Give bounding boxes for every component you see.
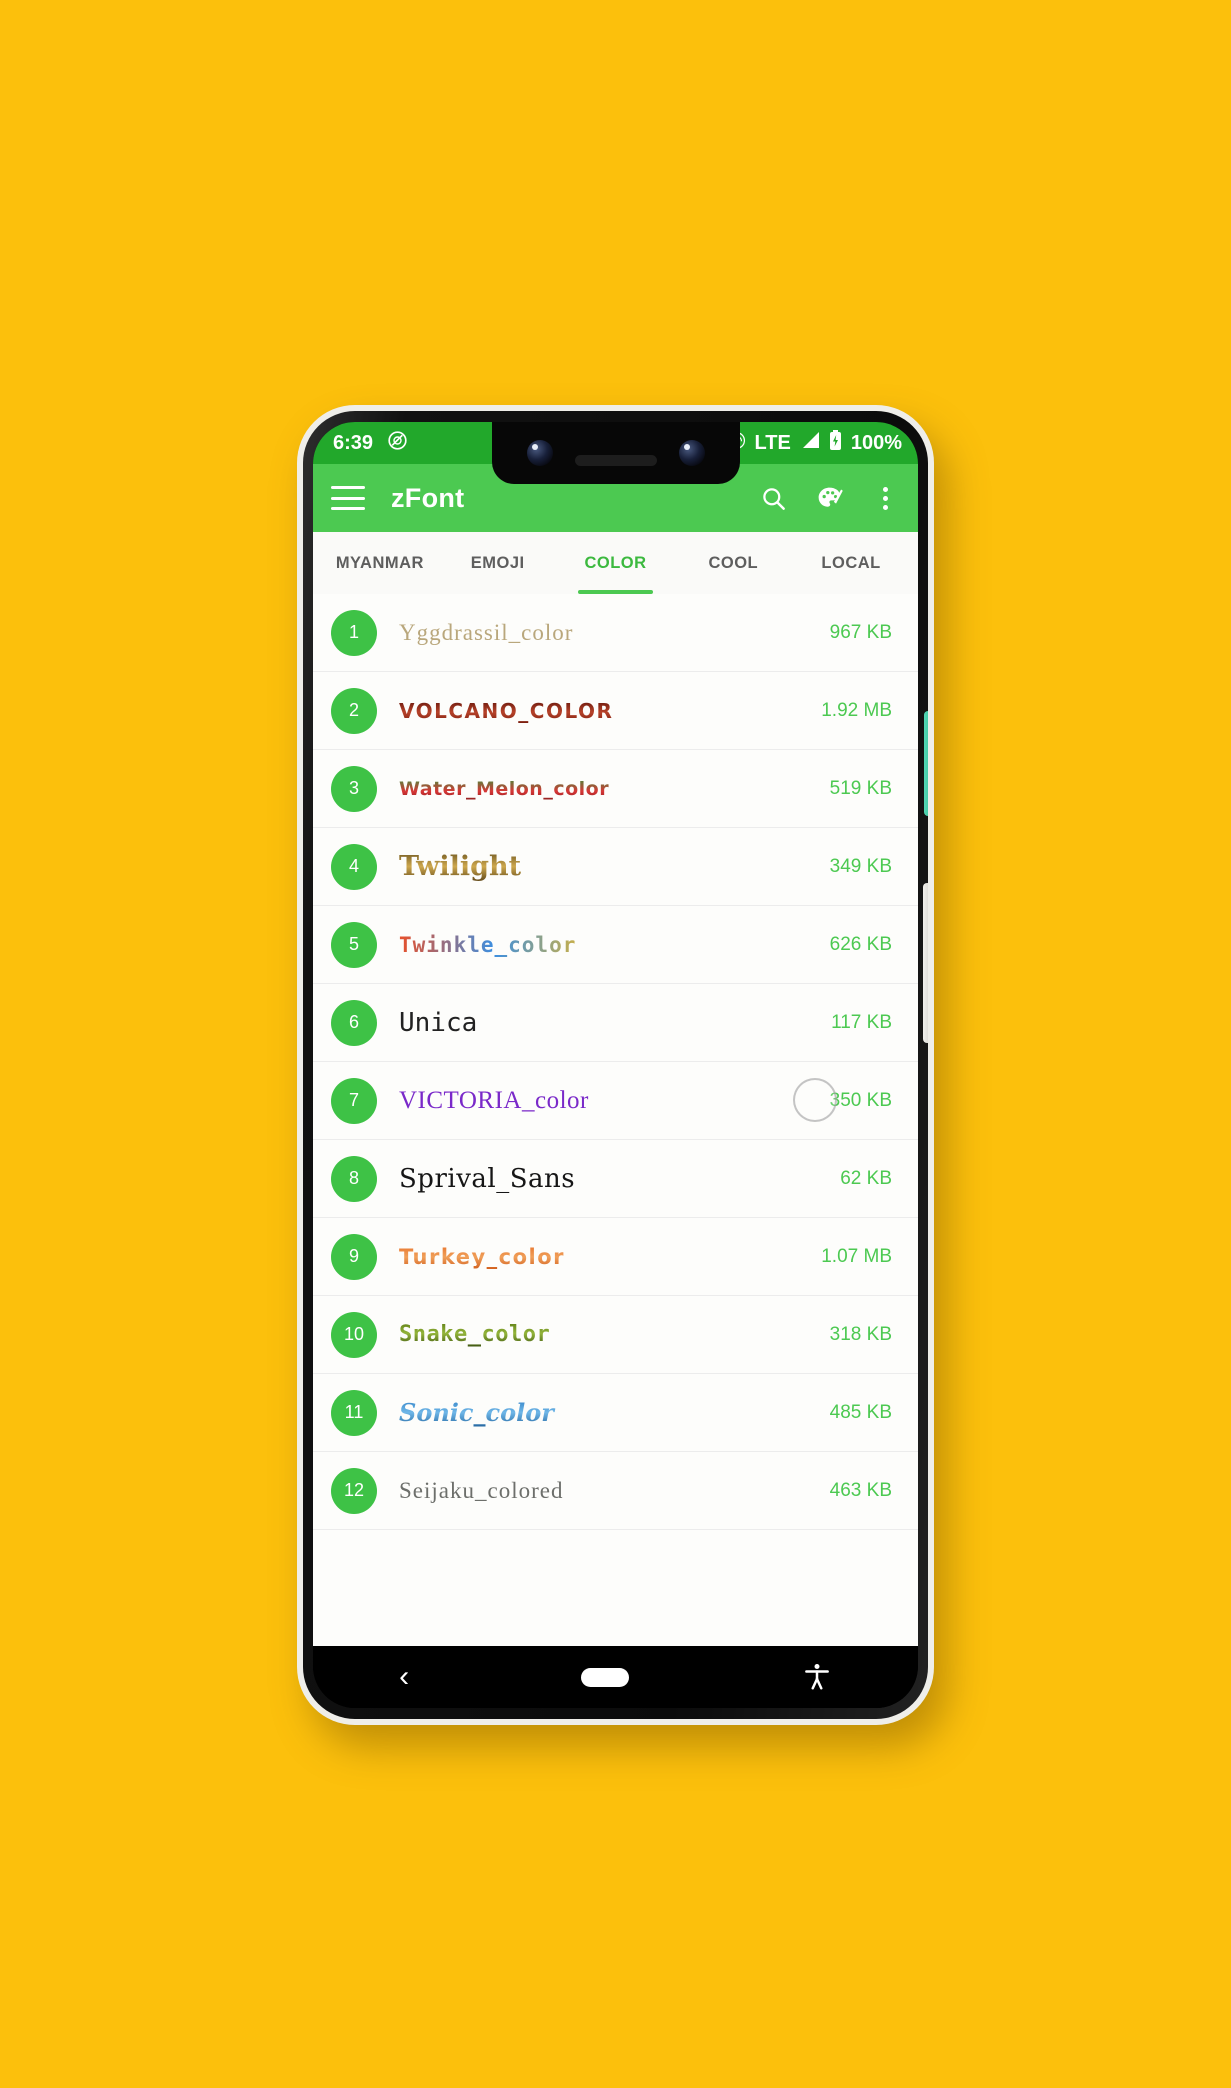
list-item[interactable]: 12 Seijaku_colored 463 KB	[313, 1452, 918, 1530]
volume-button[interactable]	[924, 711, 928, 816]
status-bar-left: 6:39	[333, 430, 408, 457]
list-item[interactable]: 4 Twilight 349 KB	[313, 828, 918, 906]
tab-label: LOCAL	[821, 553, 881, 572]
home-button[interactable]	[581, 1667, 630, 1687]
tab-myanmar[interactable]: MYANMAR	[321, 532, 439, 594]
list-item[interactable]: 9 Turkey_color 1.07 MB	[313, 1218, 918, 1296]
font-size: 626 KB	[829, 933, 892, 955]
font-name: VICTORIA_color	[399, 1086, 589, 1114]
notch	[491, 422, 740, 484]
row-index-badge: 3	[331, 765, 377, 812]
search-icon[interactable]	[758, 483, 788, 513]
phone-screen: 6:39 LTE 100% zFont MYANMAR EMOJI COLOR …	[313, 422, 918, 1708]
font-size: 485 KB	[829, 1401, 892, 1423]
row-index-badge: 5	[331, 921, 377, 968]
network-type-label: LTE	[754, 431, 791, 454]
list-item[interactable]: 3 Water_Melon_color 519 KB	[313, 750, 918, 828]
palette-icon[interactable]	[814, 483, 844, 513]
list-item[interactable]: 7 VICTORIA_color 350 KB	[313, 1062, 918, 1140]
power-button[interactable]	[923, 883, 928, 1043]
font-name: Sonic_color	[399, 1398, 830, 1427]
row-index-badge: 11	[331, 1389, 377, 1436]
font-name: Water_Melon_color	[399, 778, 830, 800]
battery-icon	[829, 429, 842, 457]
row-index-badge: 4	[331, 843, 377, 890]
back-button[interactable]: ‹	[399, 1662, 409, 1692]
tab-bar: MYANMAR EMOJI COLOR COOL LOCAL	[313, 532, 918, 594]
phone-bezel: 6:39 LTE 100% zFont MYANMAR EMOJI COLOR …	[303, 411, 928, 1719]
font-size: 349 KB	[829, 855, 892, 877]
overflow-menu-icon[interactable]	[870, 483, 900, 513]
row-index-badge: 7	[331, 1077, 377, 1124]
font-name: Yggdrassil_color	[399, 619, 574, 645]
status-bar-right: LTE 100%	[727, 429, 902, 457]
front-camera-secondary-icon	[678, 440, 705, 466]
tab-cool[interactable]: COOL	[674, 532, 792, 594]
row-index-badge: 9	[331, 1233, 377, 1280]
font-name: Seijaku_colored	[399, 1477, 564, 1503]
battery-percent-label: 100%	[850, 431, 902, 454]
tab-label: COLOR	[584, 553, 647, 572]
font-size: 117 KB	[831, 1011, 892, 1033]
list-item[interactable]: 5 Twinkle_color 626 KB	[313, 906, 918, 984]
tab-label: COOL	[708, 553, 759, 572]
app-title: zFont	[391, 482, 465, 513]
font-size: 519 KB	[829, 777, 892, 799]
tab-local[interactable]: LOCAL	[792, 532, 910, 594]
font-name: Turkey_color	[399, 1245, 821, 1269]
row-index-badge: 8	[331, 1155, 377, 1202]
row-index-badge: 6	[331, 999, 377, 1046]
list-item[interactable]: 8 Sprival_Sans 62 KB	[313, 1140, 918, 1218]
font-size: 1.07 MB	[821, 1245, 892, 1267]
row-index-badge: 12	[331, 1467, 377, 1514]
accessibility-button[interactable]	[802, 1661, 832, 1693]
font-name: VOLCANO_COLOR	[399, 699, 821, 723]
font-name: Twilight	[399, 851, 830, 882]
font-name: Unica	[399, 1007, 478, 1038]
font-size: 1.92 MB	[821, 699, 892, 721]
navigation-bar: ‹	[313, 1646, 918, 1708]
font-name: Snake_color	[399, 1322, 830, 1347]
front-camera-icon	[526, 440, 553, 466]
hamburger-icon[interactable]	[331, 486, 365, 510]
tab-color[interactable]: COLOR	[557, 532, 675, 594]
do-not-disturb-icon	[387, 430, 408, 457]
font-name: Sprival_Sans	[399, 1163, 576, 1194]
font-size: 350 KB	[829, 1089, 892, 1111]
font-name: Twinkle_color	[399, 933, 830, 957]
font-size: 318 KB	[829, 1323, 892, 1345]
row-index-badge: 10	[331, 1311, 377, 1358]
list-item[interactable]: 6 Unica 117 KB	[313, 984, 918, 1062]
row-index-badge: 1	[331, 609, 377, 656]
status-time: 6:39	[333, 431, 374, 454]
tab-emoji[interactable]: EMOJI	[439, 532, 557, 594]
list-item[interactable]: 1 Yggdrassil_color 967 KB	[313, 594, 918, 672]
tab-label: MYANMAR	[335, 553, 424, 572]
earpiece-speaker	[574, 454, 657, 466]
font-size: 62 KB	[840, 1167, 892, 1189]
app-bar-actions	[758, 483, 900, 513]
signal-icon	[800, 431, 820, 455]
list-item[interactable]: 2 VOLCANO_COLOR 1.92 MB	[313, 672, 918, 750]
list-item[interactable]: 11 Sonic_color 485 KB	[313, 1374, 918, 1452]
font-list[interactable]: 1 Yggdrassil_color 967 KB 2 VOLCANO_COLO…	[313, 594, 918, 1646]
row-index-badge: 2	[331, 687, 377, 734]
font-size: 463 KB	[829, 1479, 892, 1501]
tab-label: EMOJI	[470, 553, 525, 572]
phone-device: 6:39 LTE 100% zFont MYANMAR EMOJI COLOR …	[297, 405, 934, 1725]
list-item[interactable]: 10 Snake_color 318 KB	[313, 1296, 918, 1374]
font-size: 967 KB	[829, 621, 892, 643]
